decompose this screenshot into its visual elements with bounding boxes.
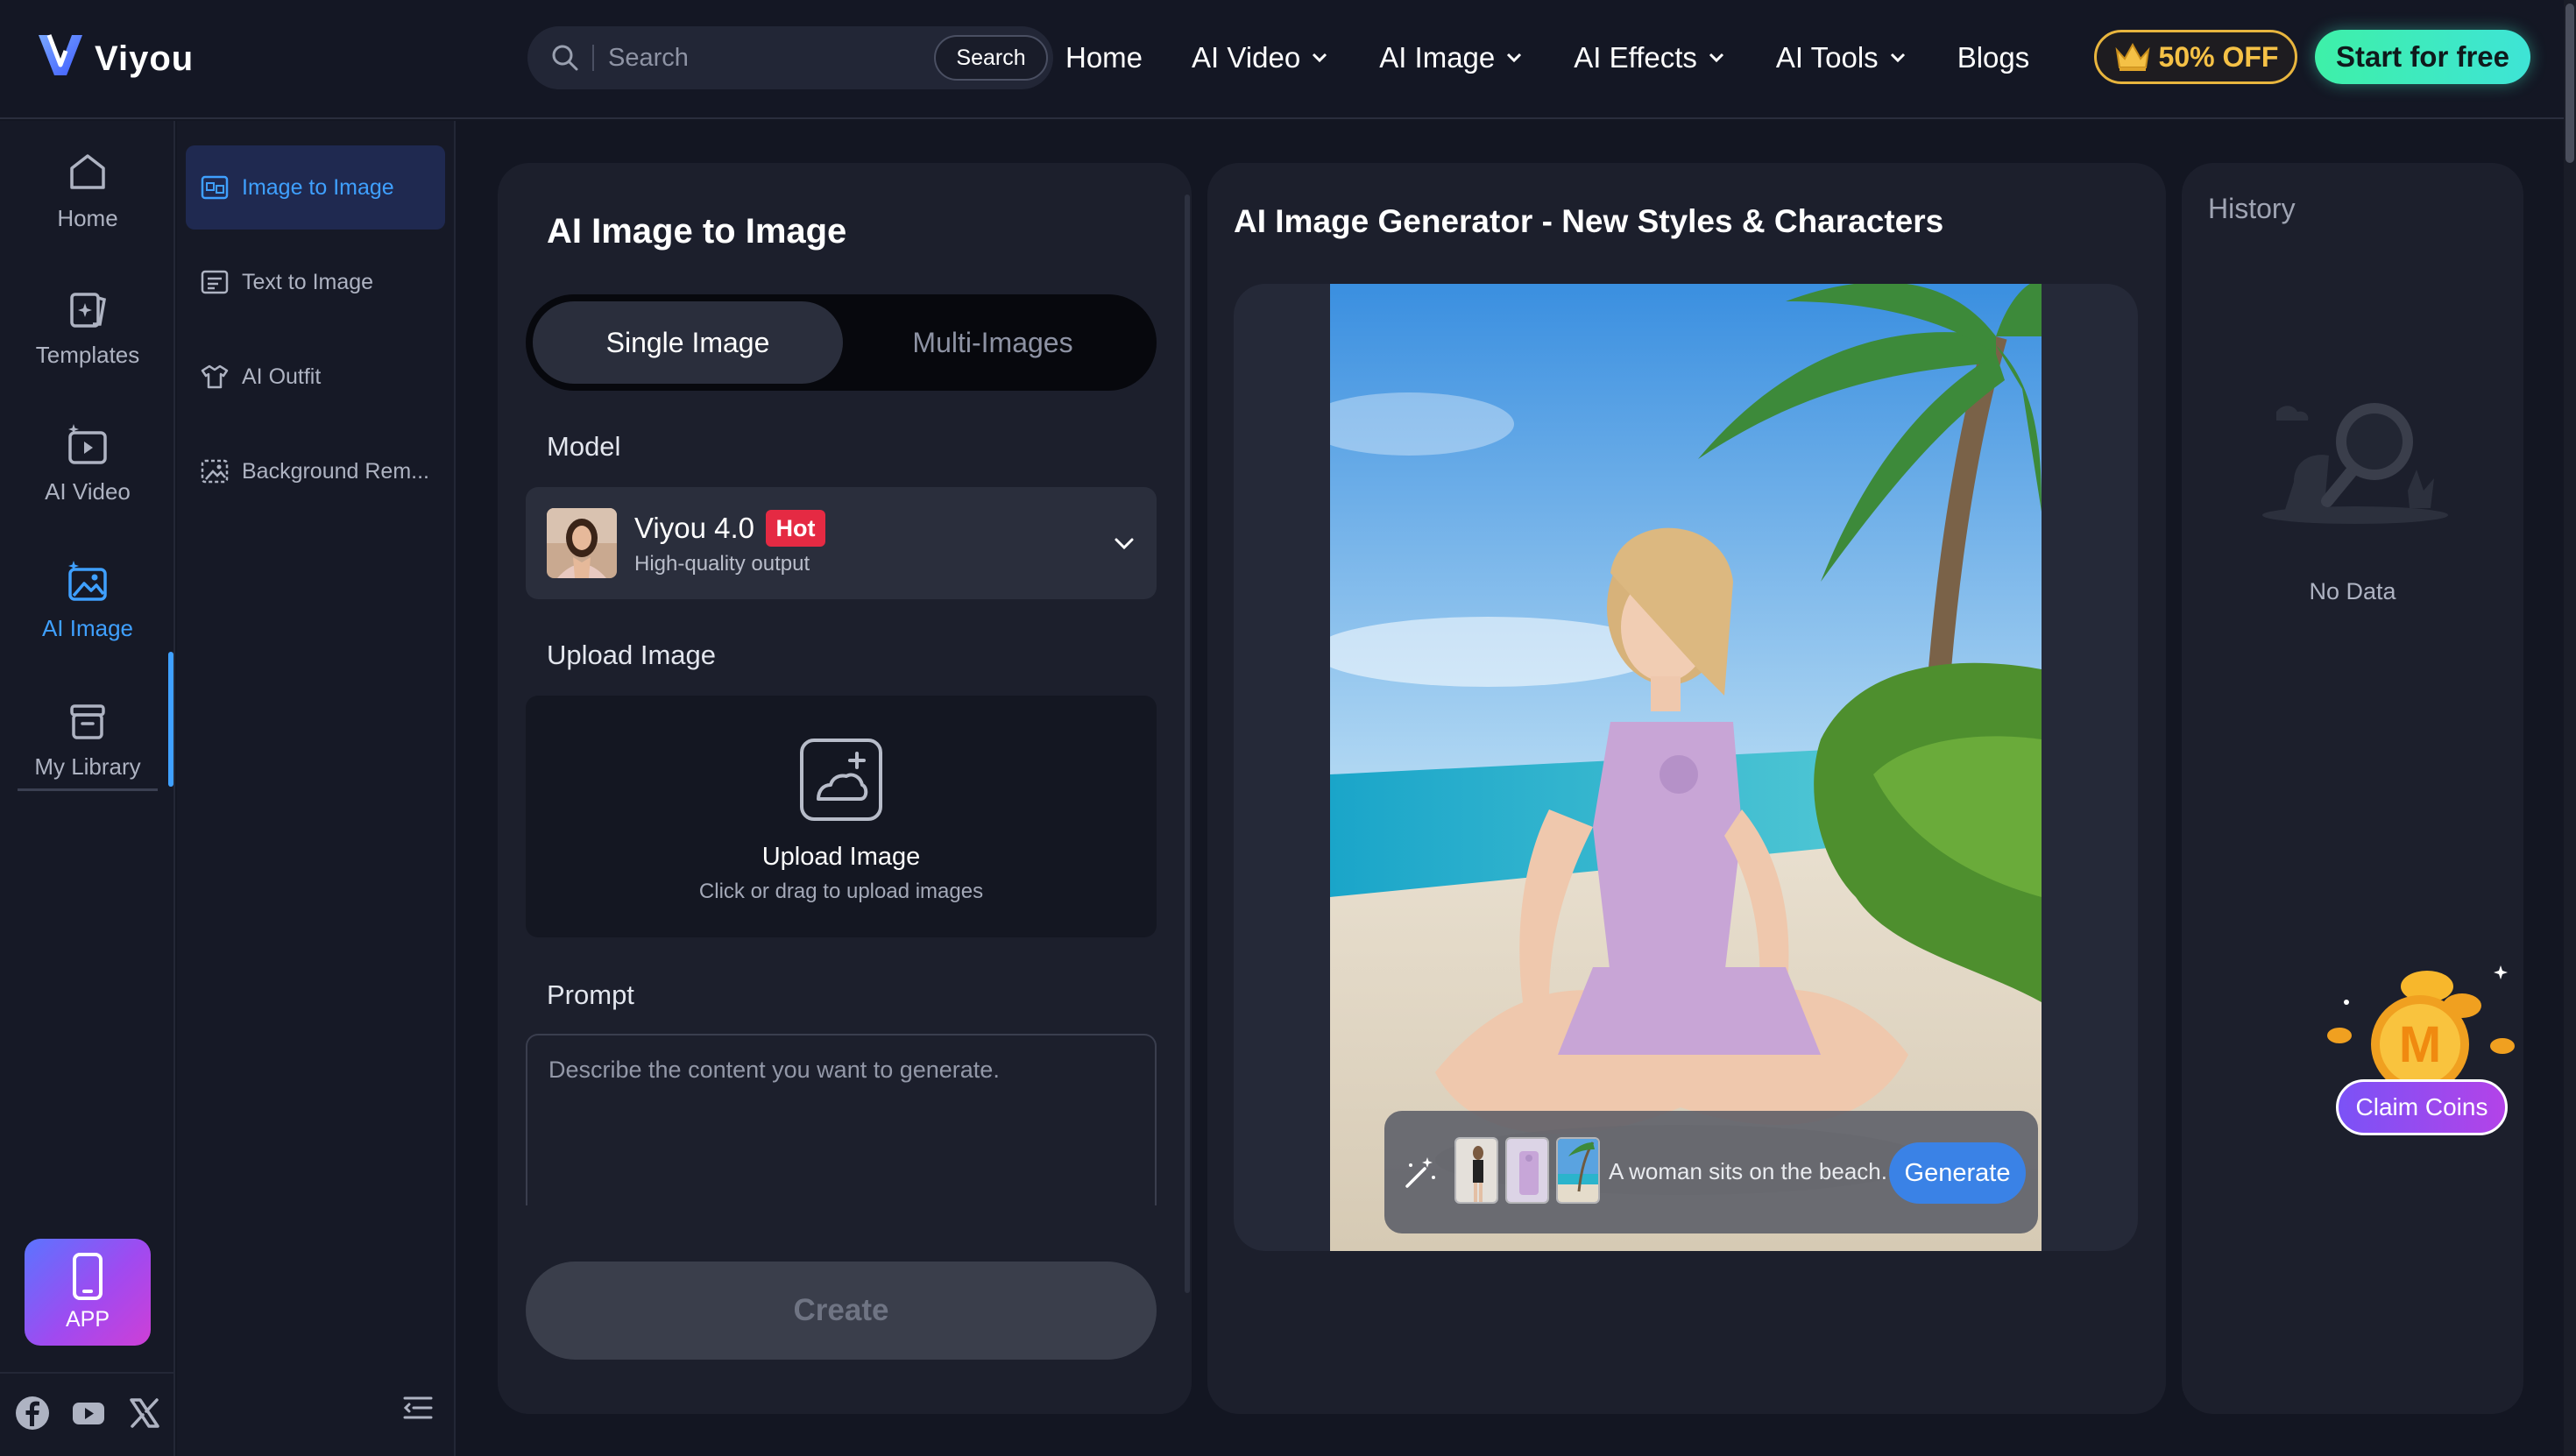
sidebar-divider [18, 788, 158, 791]
form-scrollbar[interactable] [1185, 194, 1190, 1293]
main-nav: Home AI Video AI Image AI Effects AI Too… [1065, 32, 2078, 84]
outfit-icon [201, 364, 229, 389]
nav-home[interactable]: Home [1065, 41, 1143, 74]
brand-name: Viyou [95, 39, 195, 78]
download-app-button[interactable]: APP [25, 1239, 151, 1346]
prompt-label: Prompt [547, 979, 634, 1010]
example-prompt-text: A woman sits on the beach. [1609, 1158, 1887, 1184]
subnav-item-image-to-image[interactable]: Image to Image [186, 145, 445, 230]
model-select[interactable]: Viyou 4.0 Hot High-quality output [526, 487, 1157, 599]
history-empty-text: No Data [2309, 578, 2396, 604]
search-divider [592, 45, 594, 71]
text-to-image-icon [201, 270, 229, 294]
ai-video-icon [68, 424, 107, 464]
subnav-item-background-remove[interactable]: Background Rem... [186, 429, 445, 513]
sidebar-bottom-divider [0, 1372, 175, 1374]
sidebar-item-ai-image[interactable]: AI Image [0, 557, 175, 642]
nav-ai-tools[interactable]: AI Tools [1776, 41, 1908, 74]
nav-ai-image[interactable]: AI Image [1379, 41, 1525, 74]
model-subtitle: High-quality output [634, 552, 810, 576]
chevron-down-icon [1890, 53, 1905, 63]
crown-icon [2115, 42, 2150, 71]
example-thumbnail [1454, 1137, 1498, 1204]
form-title: AI Image to Image [547, 212, 847, 251]
left-sidebar: Home Templates AI Video AI Image My Libr… [0, 121, 175, 1456]
upload-hint: Click or drag to upload images [698, 880, 984, 903]
nav-blogs[interactable]: Blogs [1957, 41, 2030, 74]
model-avatar [547, 508, 617, 578]
example-generate-bar: A woman sits on the beach. Generate [1384, 1111, 2038, 1233]
mode-toggle: Single Image Multi-Images [526, 294, 1157, 391]
chevron-down-icon [1507, 53, 1522, 63]
mode-multi-images[interactable]: Multi-Images [838, 301, 1148, 384]
youtube-icon[interactable] [70, 1395, 107, 1431]
sidebar-item-templates[interactable]: Templates [0, 284, 175, 369]
subnav-item-text-to-image[interactable]: Text to Image [186, 240, 445, 324]
facebook-icon[interactable] [14, 1395, 51, 1431]
nav-ai-effects[interactable]: AI Effects [1574, 41, 1727, 74]
chevron-down-icon [1709, 53, 1723, 63]
promo-badge[interactable]: 50% OFF [2094, 30, 2297, 84]
ai-image-icon [68, 561, 107, 601]
sidebar-item-my-library[interactable]: My Library [0, 696, 175, 781]
search-icon [552, 45, 578, 71]
top-bar: Viyou Search Home AI Video AI Image AI E… [0, 0, 2576, 119]
history-title: History [2208, 193, 2296, 224]
search-bar: Search [527, 26, 1053, 89]
background-remove-icon [201, 459, 229, 484]
collapse-sidebar-icon[interactable] [401, 1391, 435, 1424]
sidebar-item-ai-video[interactable]: AI Video [0, 421, 175, 505]
example-generate-button[interactable]: Generate [1889, 1142, 2026, 1204]
image-to-image-icon [201, 175, 229, 200]
subnav-item-ai-outfit[interactable]: AI Outfit [186, 335, 445, 419]
page-scrollbar-thumb[interactable] [2565, 4, 2574, 163]
model-name: Viyou 4.0 [634, 512, 754, 544]
preview-title: AI Image Generator - New Styles & Charac… [1234, 203, 1944, 239]
home-icon [70, 154, 105, 189]
library-icon [70, 704, 105, 739]
preview-stage: A woman sits on the beach. Generate [1234, 284, 2138, 1251]
page-scrollbar[interactable] [2564, 0, 2576, 1456]
nav-ai-video[interactable]: AI Video [1192, 41, 1330, 74]
search-button[interactable]: Search [934, 35, 1048, 81]
viyou-logo-icon [39, 34, 82, 75]
upload-image-icon [800, 739, 882, 821]
history-panel: History No Data [2182, 163, 2523, 1414]
preview-panel: AI Image Generator - New Styles & Charac… [1207, 163, 2166, 1414]
upload-dropzone[interactable]: Upload Image Click or drag to upload ima… [526, 696, 1157, 937]
mode-single-image[interactable]: Single Image [533, 301, 843, 384]
prompt-textarea[interactable] [548, 1057, 1136, 1214]
sub-sidebar: Image to Image Text to Image AI Outfit B… [177, 121, 456, 1456]
sidebar-item-home[interactable]: Home [0, 147, 175, 232]
phone-icon [73, 1252, 103, 1300]
preview-image [1330, 284, 2042, 1251]
chevron-down-icon [1313, 53, 1327, 63]
example-thumbnail [1556, 1137, 1600, 1204]
hot-badge: Hot [766, 510, 825, 547]
magic-wand-icon [1405, 1157, 1435, 1188]
svg-text:M: M [2399, 1016, 2441, 1073]
start-for-free-button[interactable]: Start for free [2315, 30, 2530, 84]
templates-icon [70, 293, 107, 328]
empty-magnifier-icon [2262, 403, 2448, 524]
upload-title: Upload Image [761, 843, 921, 871]
model-label: Model [547, 431, 621, 462]
image-to-image-form: AI Image to Image Single Image Multi-Ima… [498, 163, 1192, 1414]
prompt-field[interactable] [526, 1034, 1157, 1226]
chevron-down-icon [1115, 538, 1134, 550]
search-input[interactable] [608, 43, 924, 73]
promo-text: 50% OFF [2158, 40, 2279, 73]
upload-label: Upload Image [547, 640, 717, 670]
social-links [14, 1395, 163, 1431]
claim-coins-widget[interactable]: M Claim Coins [2313, 960, 2523, 1135]
x-icon[interactable] [126, 1395, 163, 1431]
claim-coins-button[interactable]: Claim Coins [2336, 1079, 2508, 1135]
logo[interactable]: Viyou [33, 28, 194, 82]
coins-icon: M [2327, 965, 2515, 1092]
create-button[interactable]: Create [526, 1262, 1157, 1360]
example-thumbnail [1505, 1137, 1549, 1204]
